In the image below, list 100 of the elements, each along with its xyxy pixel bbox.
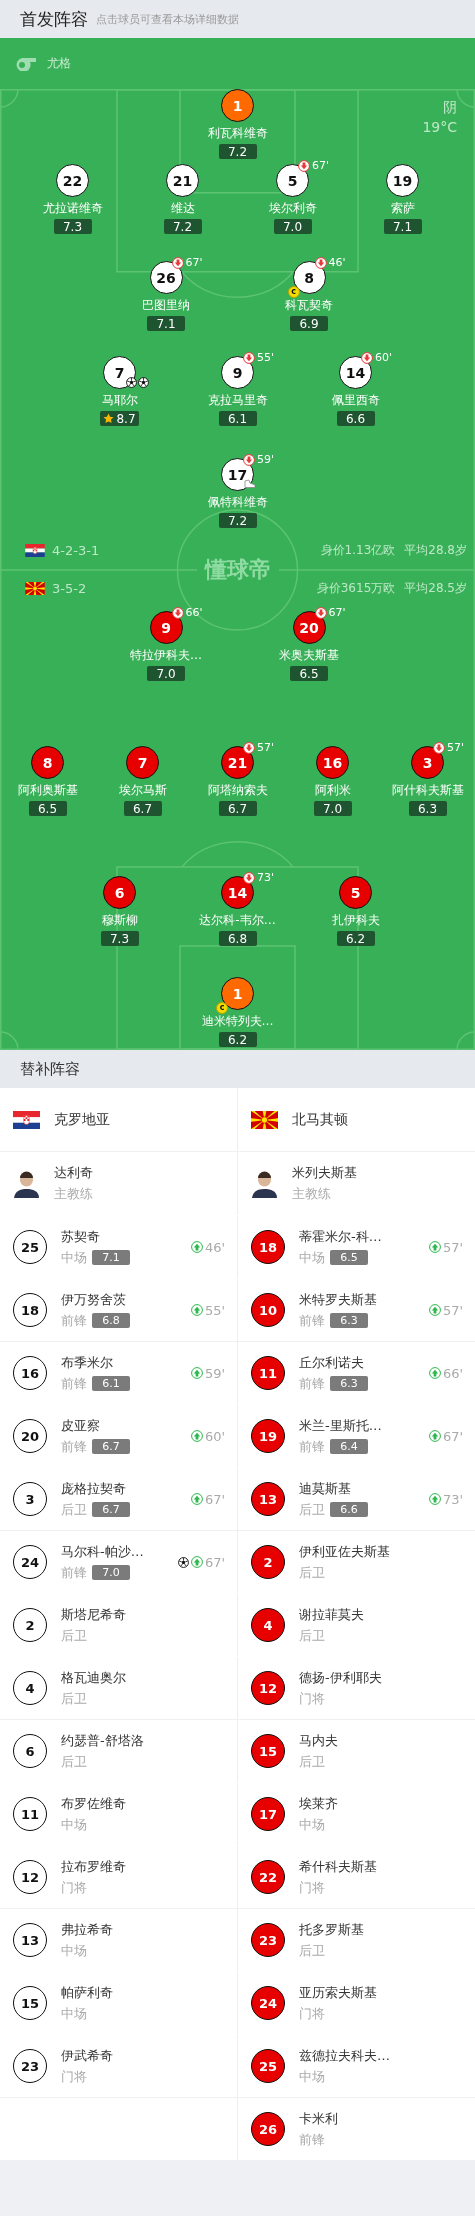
shirt-number[interactable]: 18 <box>251 1230 285 1264</box>
sub-out-icon <box>314 606 327 619</box>
player-name: 兹德拉夫科夫… <box>299 2046 390 2065</box>
player-rating: 7.3 <box>100 931 139 946</box>
shirt-number[interactable]: 15 <box>13 1986 47 2020</box>
player-rating: 6.2 <box>336 931 375 946</box>
player-rating: 6.2 <box>218 1032 257 1047</box>
shirt-number[interactable]: 24 <box>251 1986 285 2020</box>
shirt-number[interactable]: 11 <box>13 1797 47 1831</box>
sub-in-minute: 67' <box>204 1491 225 1507</box>
player-position: 门将 <box>61 1878 87 1897</box>
player-number[interactable]: 21 <box>166 164 199 197</box>
sub-out-minute: 60' <box>375 351 393 364</box>
sub-out-minute: 66' <box>185 606 203 619</box>
player-position: 中场 <box>61 1941 87 1960</box>
football-icon <box>138 377 149 388</box>
player-rating: 6.9 <box>290 316 328 331</box>
player-name: 伊万努舍茨 <box>61 1290 127 1309</box>
shirt-number[interactable]: 6 <box>13 1734 47 1768</box>
formation: 3-5-2 <box>52 580 87 596</box>
sub-out-minute: 57' <box>257 741 275 754</box>
player-number[interactable]: 5 <box>339 876 372 909</box>
player-name: 约瑟普-舒塔洛 <box>61 1731 144 1750</box>
player-number[interactable]: 22 <box>56 164 89 197</box>
sub-in-icon <box>428 1304 441 1316</box>
shirt-number[interactable]: 20 <box>13 1419 47 1453</box>
player-position: 前锋 <box>61 1311 87 1330</box>
player-position: 中场 <box>61 1248 87 1267</box>
player-number[interactable]: 8 <box>31 746 64 779</box>
player-name: 丘尔利诺夫 <box>299 1353 365 1372</box>
sub-out-icon <box>243 453 255 466</box>
player-number[interactable]: 26 <box>149 261 183 294</box>
shirt-number[interactable]: 23 <box>251 1923 285 1957</box>
player-position: 前锋 <box>61 1563 87 1582</box>
player-number[interactable]: 21 <box>221 746 254 779</box>
shirt-number[interactable]: 10 <box>251 1293 285 1327</box>
average-age: 平均28.5岁 <box>404 579 467 597</box>
player-name: 马内夫 <box>299 1731 338 1750</box>
player-rating: 7.2 <box>218 144 257 159</box>
shirt-number[interactable]: 19 <box>251 1419 285 1453</box>
player-number[interactable]: 5 <box>276 164 309 197</box>
player-rating: 7.1 <box>147 316 185 331</box>
shirt-number[interactable]: 4 <box>251 1608 285 1642</box>
shirt-number[interactable]: 2 <box>13 1608 47 1642</box>
player-position: 前锋 <box>299 1374 325 1393</box>
player-rating: 6.6 <box>336 411 375 426</box>
shirt-number[interactable]: 18 <box>13 1293 47 1327</box>
shirt-number[interactable]: 25 <box>13 1230 47 1264</box>
player-name: 埃莱齐 <box>299 1794 338 1813</box>
sub-out-minute: 67' <box>312 159 330 172</box>
sub-out-icon <box>314 256 327 269</box>
player-position: 前锋 <box>299 1311 325 1330</box>
player-name: 埃尔马斯 <box>118 782 167 799</box>
player-number[interactable]: 14 <box>339 356 372 389</box>
sub-in-minute: 73' <box>442 1491 463 1507</box>
player-number[interactable]: 6 <box>103 876 136 909</box>
sub-in-minute: 59' <box>204 1365 225 1381</box>
shirt-number[interactable]: 22 <box>251 1860 285 1894</box>
shirt-number[interactable]: 13 <box>13 1923 47 1957</box>
shirt-number[interactable]: 4 <box>13 1671 47 1705</box>
shirt-number[interactable]: 3 <box>13 1482 47 1516</box>
shirt-number[interactable]: 25 <box>251 2049 285 2083</box>
shirt-number[interactable]: 12 <box>13 1860 47 1894</box>
sub-out-icon <box>433 741 445 754</box>
player-position: 后卫 <box>61 1752 87 1771</box>
player-number[interactable]: 14 <box>221 876 254 909</box>
player-name: 迪米特列夫… <box>201 1013 274 1030</box>
shirt-number[interactable]: 17 <box>251 1797 285 1831</box>
player-number[interactable]: 7 <box>126 746 159 779</box>
sub-in-minute: 60' <box>204 1428 225 1444</box>
shirt-number[interactable]: 24 <box>13 1545 47 1579</box>
player-number[interactable]: 19 <box>386 164 419 197</box>
player-name: 阿利米 <box>314 782 351 799</box>
shirt-number[interactable]: 16 <box>13 1356 47 1390</box>
player-rating: 6.7 <box>218 801 257 816</box>
shirt-number[interactable]: 2 <box>251 1545 285 1579</box>
player-position: 后卫 <box>299 1626 325 1645</box>
sub-in-icon <box>428 1241 441 1253</box>
player-number[interactable]: 9 <box>149 611 183 644</box>
player-position: 前锋 <box>299 2130 325 2149</box>
player-number[interactable]: 20 <box>292 611 326 644</box>
shirt-number[interactable]: 26 <box>251 2112 285 2146</box>
player-number[interactable]: 16 <box>316 746 349 779</box>
player-number[interactable]: 7 <box>103 356 136 389</box>
team-name: 北马其顿 <box>292 1110 348 1129</box>
player-name: 维达 <box>170 200 195 217</box>
player-position: 后卫 <box>299 1941 325 1960</box>
player-number[interactable]: 9 <box>221 356 254 389</box>
player-number[interactable]: 1 <box>221 89 254 122</box>
shirt-number[interactable]: 23 <box>13 2049 47 2083</box>
player-name: 利瓦科维奇 <box>207 125 268 142</box>
shirt-number[interactable]: 12 <box>251 1671 285 1705</box>
shirt-number[interactable]: 11 <box>251 1356 285 1390</box>
sub-out-minute: 57' <box>447 741 465 754</box>
player-name: 索萨 <box>390 200 415 217</box>
shirt-number[interactable]: 13 <box>251 1482 285 1516</box>
sub-in-minute: 57' <box>442 1239 463 1255</box>
player-number[interactable]: 3 <box>411 746 444 779</box>
player-rating: 6.4 <box>330 1439 368 1454</box>
shirt-number[interactable]: 15 <box>251 1734 285 1768</box>
